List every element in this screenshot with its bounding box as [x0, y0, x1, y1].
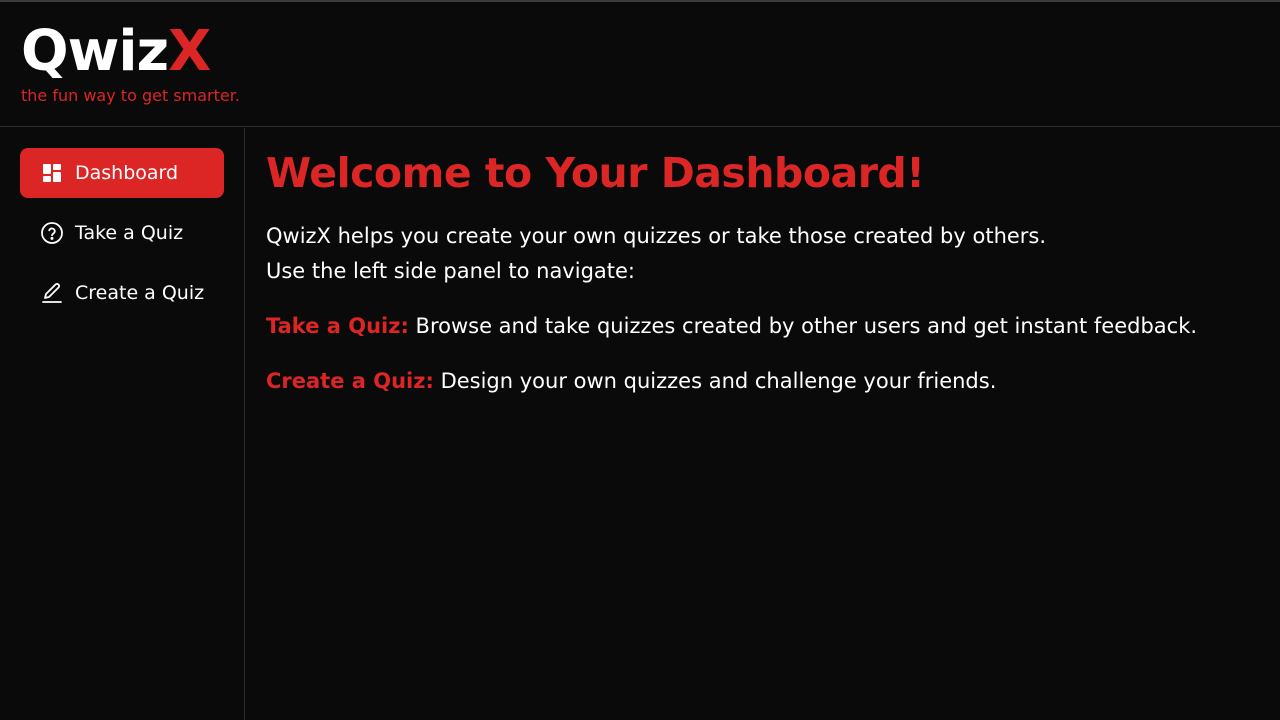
feature-create-quiz: Create a Quiz: Design your own quizzes a…: [266, 364, 1256, 399]
feature-term: Create a Quiz:: [266, 369, 434, 393]
logo-text: Qwiz: [21, 19, 169, 84]
sidebar-item-take-quiz[interactable]: Take a Quiz: [20, 208, 224, 258]
feature-take-quiz: Take a Quiz: Browse and take quizzes cre…: [266, 309, 1256, 344]
feature-description: Browse and take quizzes created by other…: [408, 314, 1198, 338]
feature-description: Design your own quizzes and challenge yo…: [433, 369, 997, 393]
main-content: Welcome to Your Dashboard! QwizX helps y…: [266, 148, 1256, 399]
sidebar-item-label: Take a Quiz: [75, 222, 184, 244]
sidebar: Dashboard Take a Quiz Create a Quiz: [0, 128, 245, 720]
sidebar-item-label: Create a Quiz: [75, 282, 205, 304]
dashboard-icon: [40, 161, 64, 185]
question-circle-icon: [40, 221, 64, 245]
sidebar-item-dashboard[interactable]: Dashboard: [20, 148, 224, 198]
intro-line-2: Use the left side panel to navigate:: [266, 259, 635, 283]
page-title: Welcome to Your Dashboard!: [266, 149, 925, 197]
feature-term: Take a Quiz:: [266, 314, 409, 338]
intro-text: QwizX helps you create your own quizzes …: [266, 219, 1256, 289]
logo[interactable]: QwizX: [21, 19, 211, 84]
logo-accent: X: [168, 19, 211, 84]
sidebar-item-label: Dashboard: [75, 162, 179, 184]
intro-line-1: QwizX helps you create your own quizzes …: [266, 224, 1047, 248]
pencil-icon: [40, 281, 64, 305]
app-header: QwizX the fun way to get smarter.: [0, 2, 1280, 127]
sidebar-item-create-quiz[interactable]: Create a Quiz: [20, 268, 224, 318]
tagline: the fun way to get smarter.: [21, 86, 240, 105]
